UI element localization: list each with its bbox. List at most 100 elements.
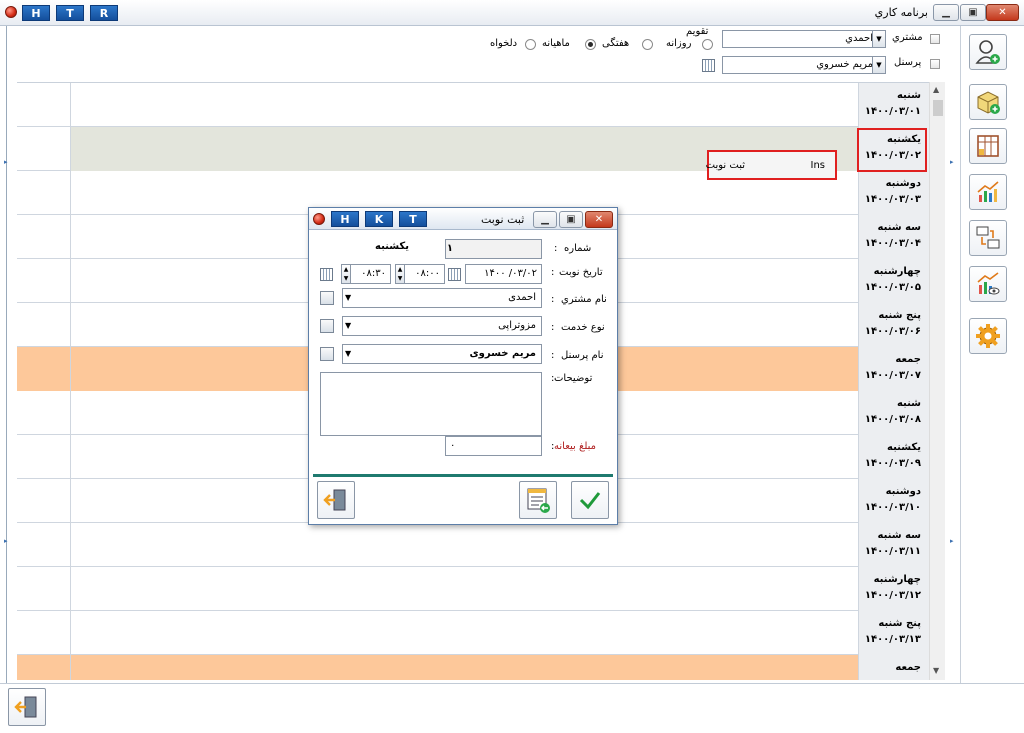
radio-weekly[interactable]	[642, 39, 653, 50]
personnel-picker-icon[interactable]	[320, 347, 334, 361]
right-splitter-arrow-icon[interactable]: ▸	[950, 537, 954, 545]
sales-report-button[interactable]	[969, 174, 1007, 210]
save-button[interactable]	[571, 481, 609, 519]
vertical-scrollbar[interactable]: ▲ ▼	[929, 82, 945, 680]
service-value: مزوتراپی	[498, 320, 536, 331]
transfer-icon	[976, 226, 1000, 249]
quick-button-h[interactable]: H	[22, 5, 50, 21]
dialog-minimize-button[interactable]: ▁	[533, 211, 557, 228]
left-splitter-arrow-icon[interactable]: ▸	[4, 537, 8, 545]
service-picker-icon[interactable]	[320, 319, 334, 333]
colon: :	[551, 350, 555, 361]
customer-combo[interactable]: احمدی ▼	[342, 288, 542, 308]
date-field[interactable]: ۱۴۰۰ /۰۳/۰۲	[465, 264, 542, 284]
left-splitter-arrow-icon[interactable]: ▸	[4, 158, 8, 166]
dialog-quick-button-t[interactable]: T	[399, 211, 427, 227]
left-splitter[interactable]	[6, 26, 7, 683]
chevron-down-icon[interactable]: ▼	[345, 349, 351, 358]
dialog-titlebar: H K T ثبت نوبت ▁ ▣ ✕	[309, 208, 617, 230]
time-to-spinner[interactable]: ▲ ▼	[341, 264, 351, 284]
customer-filter-checkbox[interactable]	[930, 34, 940, 44]
list-icon	[527, 488, 550, 513]
restore-button[interactable]: ▣	[960, 4, 986, 21]
quick-button-t[interactable]: T	[56, 5, 84, 21]
calendar-icon[interactable]	[448, 268, 461, 281]
day-header: شنبه ۱۴۰۰/۰۳/۰۸	[858, 391, 929, 435]
radio-custom[interactable]	[525, 39, 536, 50]
number-value: ۱	[446, 243, 453, 254]
chevron-down-icon[interactable]: ▼	[345, 293, 351, 302]
time-from-field[interactable]: ۰۸:۰۰ ▲ ▼	[395, 264, 445, 284]
chevron-down-icon[interactable]: ▼	[872, 56, 886, 74]
personnel-combo[interactable]: مريم خسروی ▼	[342, 344, 542, 364]
package-icon	[977, 91, 1000, 114]
settings-button[interactable]	[969, 318, 1007, 354]
day-header: سه شنبه ۱۴۰۰/۰۳/۰۴	[858, 215, 929, 259]
scroll-down-icon[interactable]: ▼	[933, 666, 939, 675]
quick-button-r[interactable]: R	[90, 5, 118, 21]
dialog-app-dot[interactable]	[313, 213, 325, 225]
context-menu-item-new-appointment[interactable]: ثبت نوبت	[706, 160, 745, 171]
radio-monthly[interactable]	[585, 39, 596, 50]
add-customer-button[interactable]	[969, 34, 1007, 70]
scroll-thumb[interactable]	[933, 100, 943, 116]
app-close-dot[interactable]	[5, 6, 17, 18]
exit-icon	[14, 696, 37, 718]
scroll-up-icon[interactable]: ▲	[933, 85, 939, 94]
day-header: دوشنبه ۱۴۰۰/۰۳/۱۰	[858, 479, 929, 523]
colon: :	[551, 373, 555, 384]
customer-picker-icon[interactable]	[320, 291, 334, 305]
analytics-button[interactable]	[969, 266, 1007, 302]
dialog-close-button[interactable]: ✕	[585, 211, 613, 228]
number-label: شماره	[564, 243, 592, 254]
day-header: سه شنبه ۱۴۰۰/۰۳/۱۱	[858, 523, 929, 567]
personnel-filter-checkbox[interactable]	[930, 59, 940, 69]
deposit-value: ۰	[450, 440, 456, 451]
notes-textarea[interactable]	[320, 372, 542, 436]
time-from-spinner[interactable]: ▲ ▼	[395, 264, 405, 284]
minimize-button[interactable]: ▁	[933, 4, 959, 21]
service-combo[interactable]: مزوتراپی ▼	[342, 316, 542, 336]
schedule-row[interactable]: سه شنبه ۱۴۰۰/۰۳/۱۱	[17, 523, 929, 567]
transfer-button[interactable]	[969, 220, 1007, 256]
gear-icon	[976, 324, 1000, 348]
dialog-quick-button-h[interactable]: H	[331, 211, 359, 227]
selected-day-highlight	[857, 128, 927, 172]
add-user-icon	[975, 40, 1000, 64]
calendar-icon[interactable]	[702, 59, 715, 72]
exit-button[interactable]	[317, 481, 355, 519]
close-button[interactable]: ✕	[986, 4, 1019, 21]
chevron-down-icon[interactable]: ▼	[872, 30, 886, 48]
right-splitter-arrow-icon[interactable]: ▸	[950, 158, 954, 166]
colon: :	[551, 267, 555, 278]
dialog-restore-button[interactable]: ▣	[559, 211, 583, 228]
deposit-label: مبلغ بيعانه	[554, 441, 597, 452]
main-exit-button[interactable]	[8, 688, 46, 726]
add-product-button[interactable]	[969, 84, 1007, 120]
schedule-row[interactable]: چهارشنبه ۱۴۰۰/۰۳/۱۲	[17, 567, 929, 611]
report-view-icon	[977, 272, 1000, 295]
schedule-row[interactable]: جمعه	[17, 655, 929, 680]
appointment-list-button[interactable]	[519, 481, 557, 519]
price-list-button[interactable]	[969, 128, 1007, 164]
personnel-filter-label: پرسنل	[894, 57, 922, 68]
personnel-filter-combo[interactable]: مريم خسروي ▼	[722, 56, 886, 74]
radio-custom-label: دلخواه	[490, 38, 518, 49]
calendar-icon[interactable]	[320, 268, 333, 281]
dialog-title: ثبت نوبت	[481, 213, 525, 226]
weekday-value: يكشنبه	[375, 241, 409, 252]
radio-daily[interactable]	[702, 39, 713, 50]
exit-icon	[323, 489, 346, 511]
schedule-row[interactable]: شنبه ۱۴۰۰/۰۳/۰۱	[17, 83, 929, 127]
chart-icon	[977, 181, 999, 202]
window-title: برنامه کاري	[874, 6, 928, 19]
deposit-field[interactable]: ۰	[445, 436, 542, 456]
dialog-quick-button-k[interactable]: K	[365, 211, 393, 227]
time-to-field[interactable]: ۰۸:۳۰ ▲ ▼	[341, 264, 391, 284]
customer-name-label: نام مشتري	[561, 294, 607, 305]
customer-filter-combo[interactable]: احمدي ▼	[722, 30, 886, 48]
schedule-row[interactable]: پنج شنبه ۱۴۰۰/۰۳/۱۳	[17, 611, 929, 655]
service-type-label: نوع خدمت	[561, 322, 605, 333]
chevron-down-icon[interactable]: ▼	[345, 321, 351, 330]
radio-daily-label: روزانه	[666, 38, 692, 49]
